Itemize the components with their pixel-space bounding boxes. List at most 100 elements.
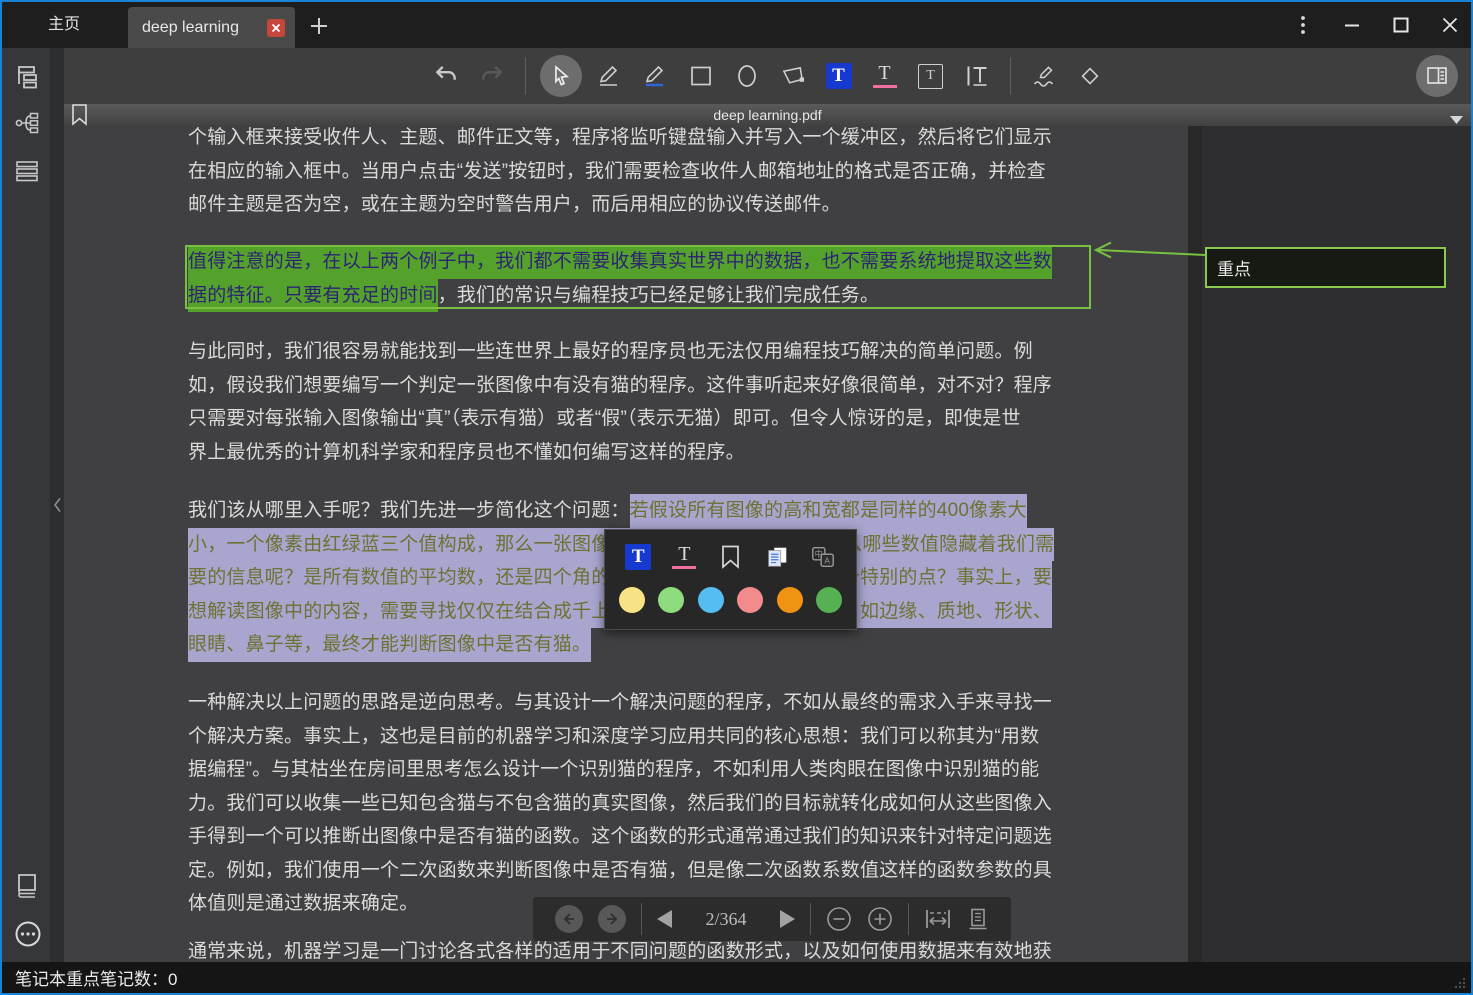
document-page[interactable]: 个输入框来接受收件人、主题、邮件正文等，程序将监听键盘输入并写入一个缓冲区，然后… [64,126,1471,962]
minimize-button[interactable] [1343,16,1361,34]
color-swatch-1[interactable] [619,587,645,613]
zoom-out-button[interactable] [826,906,852,932]
text-box-tool-button[interactable]: T [918,63,944,89]
popup-highlight-text-button[interactable]: T [625,544,651,570]
chevron-left-icon [53,497,62,513]
color-swatch-5[interactable] [777,587,803,613]
text-segment: 据编程”。与其枯坐在房间里思考怎么设计一个识别猫的程序，不如利用人类肉眼在图像中… [188,753,1039,787]
tab-close-button[interactable] [267,19,285,37]
menu-button[interactable] [1294,16,1312,34]
highlight-text-tool-button[interactable]: T [826,63,852,89]
copy-icon [764,544,790,570]
app-window: 主页 deep learning [0,0,1473,995]
more-options-button[interactable] [14,920,40,946]
pdf-title-bar[interactable]: deep learning.pdf [64,104,1471,126]
text-segment: 如，假设我们想要编写一个判定一张图像中有没有猫的程序。这件事听起来好像很简单，对… [188,369,1052,403]
annotation-note[interactable]: 重点 [1205,247,1446,288]
text-line: 值得注意的是，在以上两个例子中，我们都不需要收集真实世界中的数据，也不需要系统地… [188,245,1089,279]
highlight-purple-segment[interactable]: 若假设所有图像的高和宽都是同样的400像素大 [630,494,1027,528]
undo-button[interactable] [433,63,459,89]
highlight-green-segment[interactable]: 据的特征。只要有充足的时间 [188,279,438,313]
pen-tool-button[interactable] [596,63,622,89]
collapse-panel-button[interactable] [51,494,64,516]
highlighter-tool-button[interactable] [642,63,668,89]
color-swatch-3[interactable] [698,587,724,613]
select-tool-button[interactable] [540,55,582,97]
underline-text-tool-button[interactable]: T [872,63,898,89]
resize-grip[interactable] [1454,977,1466,989]
polygon-icon [780,63,806,90]
polygon-tool-button[interactable] [780,63,806,89]
pen-icon [596,63,622,89]
notes-list-panel-button[interactable] [14,158,40,184]
undo-icon [433,63,459,89]
rectangle-tool-button[interactable] [688,63,714,89]
zoom-in-button[interactable] [867,906,893,932]
text-segment: 在相应的输入框中。当用户点击“发送”按钮时，我们需要检查收件人邮箱地址的格式是否… [188,155,1046,189]
redo-button[interactable] [479,63,505,89]
reading-layout-toggle-button[interactable] [1416,55,1458,97]
left-sidebar [2,48,50,962]
next-page-button[interactable] [780,910,795,928]
page-indicator[interactable]: 2/364 [687,909,764,930]
insert-text-tool-button[interactable] [964,63,990,89]
popup-translate-button[interactable]: 中 A [810,544,836,570]
popup-colors-row [605,580,856,620]
tab-label: deep learning [142,19,267,37]
text-line: 眼睛、鼻子等，最终才能判断图像中是否有猫。 [188,628,1089,662]
text-segment: 力。我们可以收集一些已知包含猫与不包含猫的真实图像，然后我们的目标就转化成如何从… [188,787,1052,821]
popup-underline-text-button[interactable]: T [671,544,697,570]
close-window-button[interactable] [1441,16,1459,34]
note-text: 重点 [1217,255,1251,280]
popup-bookmark-button[interactable] [717,544,743,570]
fit-width-icon [924,907,952,931]
fit-page-icon [967,907,989,931]
tab-deep-learning[interactable]: deep learning [128,7,295,48]
new-tab-button[interactable] [308,15,330,37]
highlighter-icon [642,63,668,89]
layout-panel-icon [1425,64,1449,88]
eraser-tool-button[interactable] [1077,63,1103,89]
page-navigation-bar: 2/364 [533,897,1011,941]
ellipse-tool-button[interactable] [734,63,760,89]
outline-panel-button[interactable] [14,64,40,90]
text-line: 与此同时，我们很容易就能找到一些连世界上最好的程序员也无法仅用编程技巧解决的简单… [188,335,1089,369]
text-line: 据的特征。只要有充足的时间，我们的常识与编程技巧已经足够让我们完成任务。 [188,279,1089,313]
text-line: 据编程”。与其枯坐在房间里思考怎么设计一个识别猫的程序，不如利用人类肉眼在图像中… [188,753,1089,787]
fit-page-button[interactable] [967,907,989,931]
triangle-left-icon [657,910,672,928]
freehand-pen-tool-button[interactable] [1031,63,1057,89]
highlight-green-segment[interactable]: 值得注意的是，在以上两个例子中，我们都不需要收集真实世界中的数据，也不需要系统地… [188,245,1052,279]
text-segment: 定。例如，我们使用一个二次函数来判断图像中是否有猫，但是像二次函数系数值这样的函… [188,854,1052,888]
history-forward-button[interactable] [598,905,626,933]
close-icon [1441,16,1459,34]
cursor-icon [549,64,573,88]
fit-width-button[interactable] [924,907,952,931]
ellipse-icon [734,63,760,89]
text-segment: 我们该从哪里入手呢？我们先进一步简化这个问题： [188,494,630,528]
arrow-left-icon [561,911,577,927]
triangle-right-icon [780,910,795,928]
text-line: 在相应的输入框中。当用户点击“发送”按钮时，我们需要检查收件人邮箱地址的格式是否… [188,155,1089,189]
history-back-button[interactable] [555,905,583,933]
zoom-out-icon [826,906,852,932]
vertical-scrollbar[interactable] [1188,126,1202,962]
popup-copy-button[interactable] [764,544,790,570]
text-line: 邮件主题是否为空，或在主题为空时警告用户，而后用相应的协议传送邮件。 [188,188,1089,222]
notebook-button[interactable] [14,872,40,898]
color-swatch-2[interactable] [658,587,684,613]
nav-separator [810,903,811,935]
previous-page-button[interactable] [657,910,672,928]
color-swatch-6[interactable] [816,587,842,613]
kebab-menu-icon [1300,15,1306,35]
highlight-purple-segment[interactable]: 眼睛、鼻子等，最终才能判断图像中是否有猫。 [188,628,591,662]
paragraph: 值得注意的是，在以上两个例子中，我们都不需要收集真实世界中的数据，也不需要系统地… [188,245,1089,312]
color-swatch-4[interactable] [737,587,763,613]
freehand-pen-icon [1031,63,1057,89]
maximize-button[interactable] [1392,16,1410,34]
popup-tools-row: T T [605,534,856,580]
svg-text:A: A [824,556,830,566]
home-tab[interactable]: 主页 [48,2,80,48]
text-line: 我们该从哪里入手呢？我们先进一步简化这个问题：若假设所有图像的高和宽都是同样的4… [188,494,1089,528]
mindmap-panel-button[interactable] [14,110,40,136]
